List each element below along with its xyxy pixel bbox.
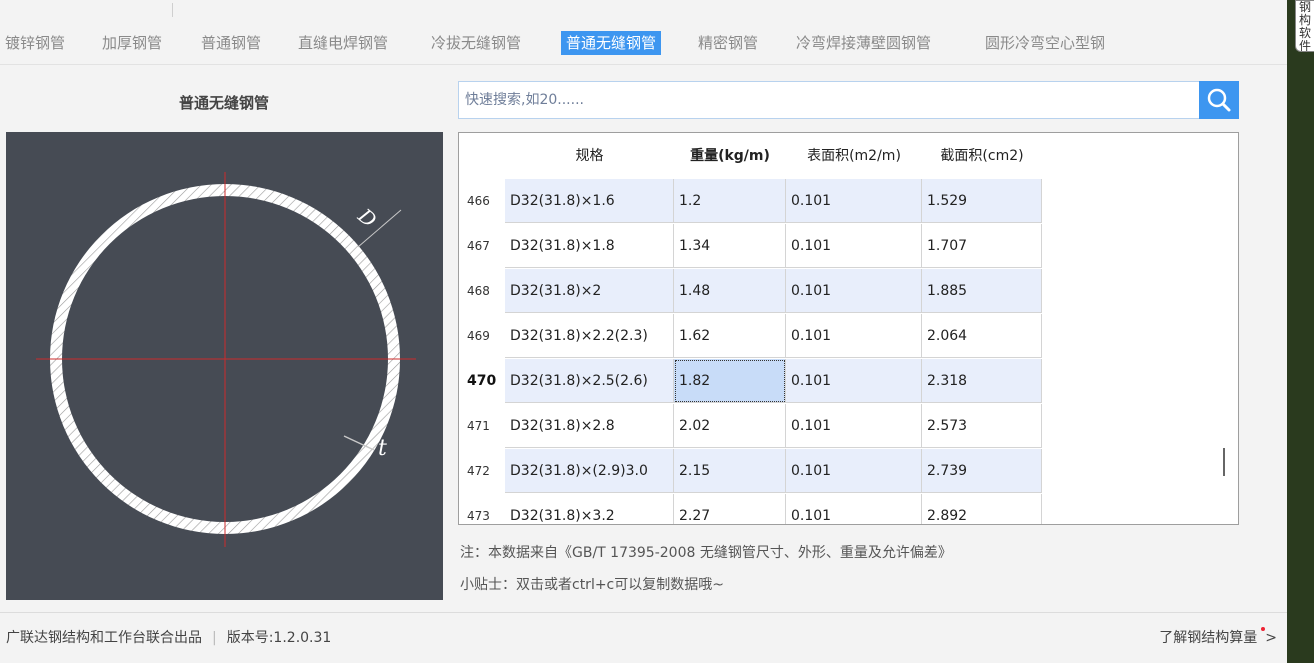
search-input[interactable] bbox=[459, 82, 1199, 118]
data-source-note: 注：本数据来自《GB/T 17395-2008 无缝钢管尺寸、外形、重量及允许偏… bbox=[460, 545, 952, 561]
tab-galvanized[interactable]: 镀锌钢管 bbox=[0, 31, 70, 55]
tab-thickened[interactable]: 加厚钢管 bbox=[97, 31, 167, 55]
footer-separator: | bbox=[212, 630, 217, 646]
cell-section[interactable]: 1.707 bbox=[922, 224, 1042, 268]
table-row[interactable]: 466 D32(31.8)×1.6 1.2 0.101 1.529 bbox=[459, 179, 1219, 224]
search-box bbox=[458, 81, 1200, 119]
table-row[interactable]: 468 D32(31.8)×2 1.48 0.101 1.885 bbox=[459, 269, 1219, 314]
cell-weight[interactable]: 1.62 bbox=[674, 314, 786, 358]
cell-weight-selected[interactable]: 1.82 bbox=[674, 359, 786, 403]
section-title: 普通无缝钢管 bbox=[178, 94, 269, 112]
cell-weight[interactable]: 2.15 bbox=[674, 449, 786, 493]
divider bbox=[172, 3, 173, 17]
cell-surface[interactable]: 0.101 bbox=[786, 494, 922, 524]
cell-surface[interactable]: 0.101 bbox=[786, 179, 922, 223]
spec-table: 规格 重量(kg/m) 表面积(m2/m) 截面积(cm2) 466 D32(3… bbox=[458, 132, 1239, 525]
tab-precision[interactable]: 精密钢管 bbox=[693, 31, 763, 55]
cell-section[interactable]: 2.064 bbox=[922, 314, 1042, 358]
cell-section[interactable]: 2.739 bbox=[922, 449, 1042, 493]
cell-spec[interactable]: D32(31.8)×1.6 bbox=[505, 179, 674, 223]
tab-straight-seam[interactable]: 直缝电焊钢管 bbox=[293, 31, 393, 55]
col-header-surface: 表面积(m2/m) bbox=[807, 148, 901, 164]
scrollbar-thumb[interactable] bbox=[1223, 448, 1225, 476]
row-number: 469 bbox=[467, 329, 490, 343]
table-row[interactable]: 469 D32(31.8)×2.2(2.3) 1.62 0.101 2.064 bbox=[459, 314, 1219, 359]
cell-section[interactable]: 1.885 bbox=[922, 269, 1042, 313]
cell-surface[interactable]: 0.101 bbox=[786, 404, 922, 448]
tab-cold-bent-welded[interactable]: 冷弯焊接薄壁圆钢管 bbox=[791, 31, 936, 55]
search-icon bbox=[1207, 88, 1231, 112]
cell-surface[interactable]: 0.101 bbox=[786, 359, 922, 403]
table-row[interactable]: 467 D32(31.8)×1.8 1.34 0.101 1.707 bbox=[459, 224, 1219, 269]
row-number: 468 bbox=[467, 284, 490, 298]
label-d: D bbox=[353, 203, 381, 232]
cell-weight[interactable]: 1.48 bbox=[674, 269, 786, 313]
cell-spec[interactable]: D32(31.8)×1.8 bbox=[505, 224, 674, 268]
footer-info: 广联达钢结构和工作台联合出品 | 版本号:1.2.0.31 bbox=[6, 627, 331, 647]
cell-weight[interactable]: 2.02 bbox=[674, 404, 786, 448]
cell-spec[interactable]: D32(31.8)×2.2(2.3) bbox=[505, 314, 674, 358]
tab-round-hollow[interactable]: 圆形冷弯空心型钢 bbox=[980, 31, 1110, 55]
cell-spec[interactable]: D32(31.8)×(2.9)3.0 bbox=[505, 449, 674, 493]
cell-section[interactable]: 2.318 bbox=[922, 359, 1042, 403]
cell-weight[interactable]: 1.2 bbox=[674, 179, 786, 223]
learn-more-link[interactable]: 了解钢结构算量 > bbox=[1159, 627, 1277, 647]
tab-ordinary[interactable]: 普通钢管 bbox=[196, 31, 266, 55]
table-row[interactable]: 471 D32(31.8)×2.8 2.02 0.101 2.573 bbox=[459, 404, 1219, 449]
top-strip bbox=[0, 0, 1287, 22]
label-t: t bbox=[378, 436, 387, 461]
tab-seamless[interactable]: 普通无缝钢管 bbox=[561, 31, 662, 55]
app-window: 镀锌钢管 加厚钢管 普通钢管 直缝电焊钢管 冷拔无缝钢管 普通无缝钢管 精密钢管… bbox=[0, 0, 1287, 663]
col-header-section: 截面积(cm2) bbox=[940, 148, 1024, 164]
cell-weight[interactable]: 1.34 bbox=[674, 224, 786, 268]
col-header-weight: 重量(kg/m) bbox=[690, 148, 770, 164]
row-number-current: 470 bbox=[467, 373, 497, 389]
footer-bar: 广联达钢结构和工作台联合出品 | 版本号:1.2.0.31 了解钢结构算量 > bbox=[0, 612, 1287, 663]
table-row[interactable]: 472 D32(31.8)×(2.9)3.0 2.15 0.101 2.739 bbox=[459, 449, 1219, 494]
cell-section[interactable]: 2.573 bbox=[922, 404, 1042, 448]
cell-spec[interactable]: D32(31.8)×2 bbox=[505, 269, 674, 313]
pipe-cross-section-diagram: D t bbox=[6, 132, 443, 600]
row-number: 473 bbox=[467, 509, 490, 523]
cell-surface[interactable]: 0.101 bbox=[786, 449, 922, 493]
row-number: 467 bbox=[467, 239, 490, 253]
table-scrollbar[interactable] bbox=[1212, 133, 1238, 524]
col-header-spec: 规格 bbox=[575, 148, 604, 164]
cell-spec[interactable]: D32(31.8)×2.8 bbox=[505, 404, 674, 448]
cell-surface[interactable]: 0.101 bbox=[786, 269, 922, 313]
search-button[interactable] bbox=[1199, 81, 1239, 119]
learn-more-label: 了解钢结构算量 bbox=[1159, 630, 1258, 646]
chevron-right-icon: > bbox=[1265, 630, 1277, 646]
tab-cold-drawn[interactable]: 冷拔无缝钢管 bbox=[426, 31, 526, 55]
category-tabs: 镀锌钢管 加厚钢管 普通钢管 直缝电焊钢管 冷拔无缝钢管 普通无缝钢管 精密钢管… bbox=[0, 22, 1287, 65]
left-panel: 普通无缝钢管 D t bbox=[0, 64, 458, 604]
cell-weight[interactable]: 2.27 bbox=[674, 494, 786, 524]
cell-section[interactable]: 1.529 bbox=[922, 179, 1042, 223]
cell-section[interactable]: 2.892 bbox=[922, 494, 1042, 524]
row-number: 471 bbox=[467, 419, 490, 433]
cell-surface[interactable]: 0.101 bbox=[786, 314, 922, 358]
row-number: 472 bbox=[467, 464, 490, 478]
pipe-diagram-svg: D t bbox=[36, 172, 416, 547]
row-number: 466 bbox=[467, 194, 490, 208]
tip-note: 小贴士：双击或者ctrl+c可以复制数据哦~ bbox=[460, 577, 724, 593]
side-widget[interactable]: 钢构软件 bbox=[1295, 0, 1314, 52]
producer-text: 广联达钢结构和工作台联合出品 bbox=[6, 630, 202, 646]
table-row-selected[interactable]: 470 D32(31.8)×2.5(2.6) 1.82 0.101 2.318 bbox=[459, 359, 1219, 404]
table-row[interactable]: 473 D32(31.8)×3.2 2.27 0.101 2.892 bbox=[459, 494, 1219, 524]
cell-surface[interactable]: 0.101 bbox=[786, 224, 922, 268]
version-text: 版本号:1.2.0.31 bbox=[226, 630, 332, 646]
cell-spec[interactable]: D32(31.8)×3.2 bbox=[505, 494, 674, 524]
cell-spec[interactable]: D32(31.8)×2.5(2.6) bbox=[505, 359, 674, 403]
